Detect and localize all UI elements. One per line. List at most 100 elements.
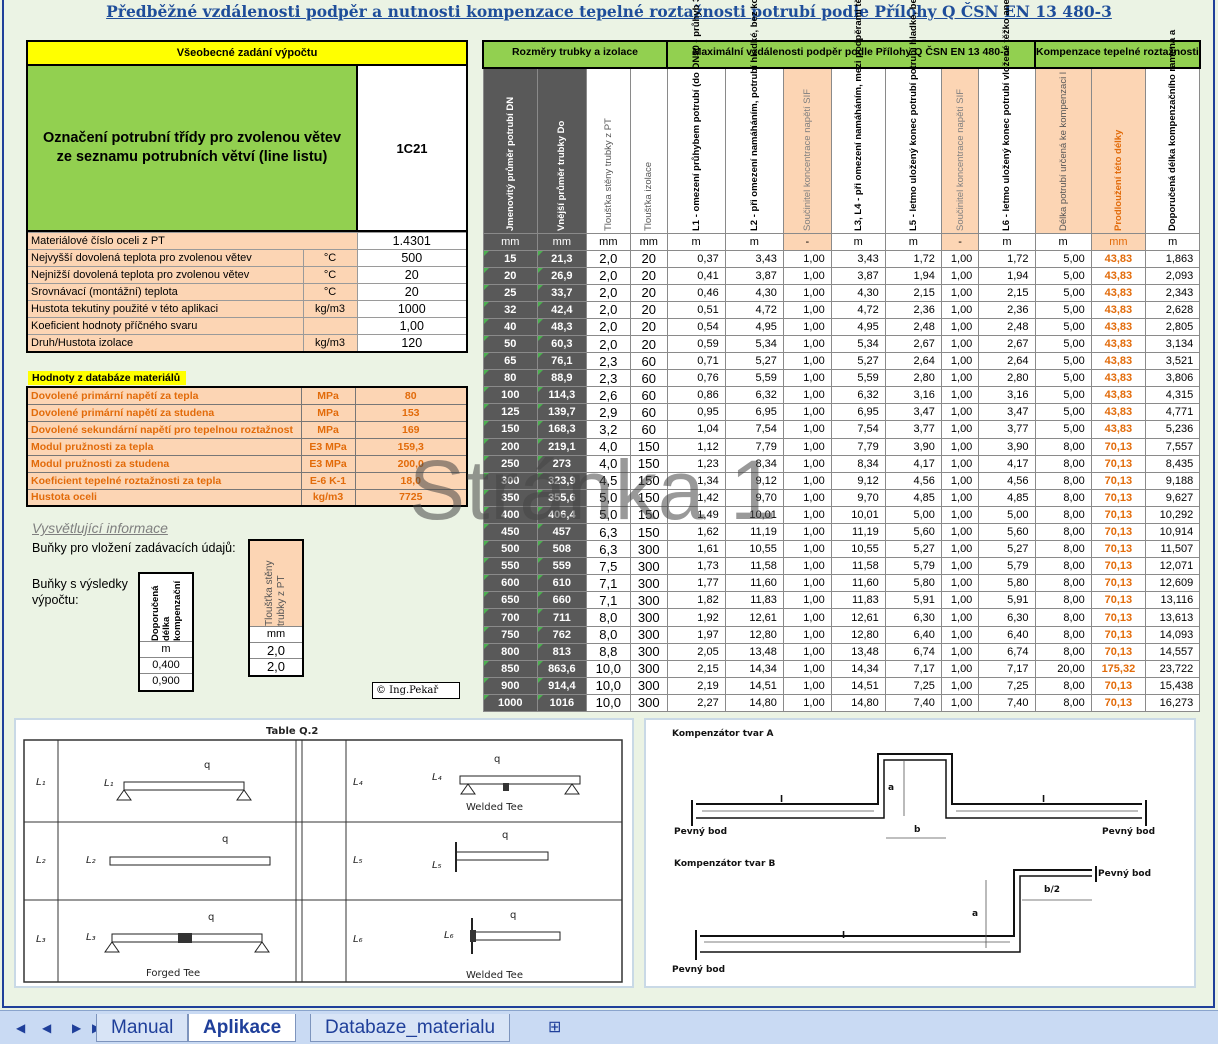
next-sheet-icon[interactable]: ▶ xyxy=(72,1021,81,1035)
figure-table-title: Table Q.2 xyxy=(266,726,318,737)
table-cell: 1,00 xyxy=(940,505,980,525)
column-header-label: Součinitel koncentrace napětí SIF xyxy=(954,88,966,231)
param-value-input[interactable]: 20 xyxy=(356,266,468,284)
param-value-input[interactable]: 120 xyxy=(356,334,468,352)
database-value: 169 xyxy=(354,420,468,439)
tab-manual[interactable]: Manual xyxy=(96,1014,189,1042)
table-cell: 43,83 xyxy=(1090,317,1147,336)
prev-sheet-icon[interactable]: ◀ xyxy=(42,1021,51,1035)
case-2-label: L₂ xyxy=(86,855,96,866)
table-cell: 1,00 xyxy=(782,454,832,473)
table-cell: 800 xyxy=(482,642,539,661)
param-value-input[interactable]: 500 xyxy=(356,249,468,267)
table-cell: 1,00 xyxy=(782,488,832,507)
table-cell: 2,0 xyxy=(585,283,632,302)
case-6-load: q xyxy=(510,910,516,921)
param-value-input[interactable]: 1000 xyxy=(356,300,468,318)
table-cell: 15,438 xyxy=(1145,676,1201,695)
forged-tee-caption: Forged Tee xyxy=(146,968,200,979)
insert-sheet-icon[interactable]: ⊞ xyxy=(548,1017,561,1037)
line-class-input[interactable]: 1C21 xyxy=(358,66,466,230)
tab-aplikace[interactable]: Aplikace xyxy=(188,1014,297,1042)
table-cell: 76,1 xyxy=(537,352,587,371)
table-cell: 25 xyxy=(482,283,539,302)
param-value-input[interactable]: 1.4301 xyxy=(356,232,468,250)
table-cell: 2,9 xyxy=(585,403,632,422)
table-cell: 1,00 xyxy=(940,352,980,371)
explain-input-cells: Buňky pro vložení zadávacích údajů: xyxy=(32,541,236,555)
table-cell: 5,59 xyxy=(724,369,784,388)
line-class-label: Označení potrubní třídy pro zvolenou vět… xyxy=(28,66,358,230)
column-header-label: Tloušťka izolace xyxy=(643,161,655,231)
copyright-note: © Ing.Pekař xyxy=(372,682,460,699)
param-value-input[interactable]: 1,00 xyxy=(356,317,468,335)
table-cell: 1,00 xyxy=(940,522,980,542)
table-cell: 8,00 xyxy=(1034,437,1092,456)
table-cell: 1,00 xyxy=(940,471,980,490)
input-sample-value-2[interactable]: 2,0 xyxy=(250,659,302,675)
table-cell: 550 xyxy=(482,557,539,576)
table-cell: 8,00 xyxy=(1034,522,1092,542)
column-unit: mm xyxy=(482,232,539,251)
explain-result-cells: Buňky s výsledky výpočtu: xyxy=(32,576,128,608)
table-row: 550 559 7,5 300 1,73 11,58 1,00 11,58 5,79 1,00 5,… xyxy=(482,557,1201,576)
table-cell: 700 xyxy=(482,608,539,627)
table-cell: 60 xyxy=(630,352,668,371)
table-cell: 7,1 xyxy=(585,591,632,610)
general-input-table: Všeobecné zadání výpočtu Označení potrub… xyxy=(26,40,468,353)
table-cell: 10,292 xyxy=(1145,505,1201,525)
tab-databaze-materialu[interactable]: Databaze_materialu xyxy=(310,1014,511,1042)
param-unit: °C xyxy=(302,283,358,301)
table-cell: 8,00 xyxy=(1034,693,1092,713)
table-cell: 300 xyxy=(630,693,668,713)
table-cell: 88,9 xyxy=(537,369,587,388)
table-cell: 70,13 xyxy=(1090,557,1147,576)
table-cell: 5,79 xyxy=(884,557,942,576)
table-cell: 1,00 xyxy=(782,693,832,713)
table-cell: 12,071 xyxy=(1145,557,1201,576)
database-row: Modul pružnosti za tepla E3 MPa 159,3 xyxy=(26,437,468,456)
input-sample-value-1[interactable]: 2,0 xyxy=(250,643,302,659)
fixed-point-a-right: Pevný bod xyxy=(1102,827,1155,837)
table-row: 650 660 7,1 300 1,82 11,83 1,00 11,83 5,91 1,00 5,… xyxy=(482,591,1201,610)
table-cell: 1,77 xyxy=(666,574,726,593)
table-cell: 750 xyxy=(482,625,539,644)
column-unit: m xyxy=(1145,232,1201,251)
table-cell: 300 xyxy=(630,540,668,559)
welded-tee-caption-1: Welded Tee xyxy=(466,802,523,813)
table-cell: 3,521 xyxy=(1145,352,1201,371)
table-cell: 0,95 xyxy=(666,403,726,422)
table-cell: 150 xyxy=(482,420,539,439)
table-cell: 3,87 xyxy=(724,266,784,285)
table-row: 25 33,7 2,0 20 0,46 4,30 1,00 4,30 2,15 1,00 2,15 5… xyxy=(482,283,1201,302)
table-cell: 65 xyxy=(482,352,539,371)
explain-title: Vysvětlující informace xyxy=(32,520,168,536)
column-unit: m xyxy=(1034,232,1092,251)
table-cell: 1,94 xyxy=(884,266,942,285)
table-cell: 5,00 xyxy=(1034,352,1092,371)
column-unit: m xyxy=(830,232,886,251)
column-header-label: L5 - letmo uložený konec potrubí potrubí… xyxy=(908,0,919,233)
table-cell: 1,00 xyxy=(782,522,832,542)
table-cell: 914,4 xyxy=(537,676,587,695)
table-cell: 1,00 xyxy=(940,386,980,405)
table-cell: 2,0 xyxy=(585,300,632,319)
table-cell: 1,94 xyxy=(978,266,1036,285)
table-cell: 2,15 xyxy=(884,283,942,302)
table-cell: 10,01 xyxy=(830,505,886,525)
table-cell: 4,30 xyxy=(830,283,886,302)
table-cell: 11,60 xyxy=(724,574,784,593)
table-cell: 60 xyxy=(630,386,668,405)
case-label-2: L₂ xyxy=(36,855,46,866)
table-cell: 2,343 xyxy=(1145,283,1201,302)
table-cell: 2,3 xyxy=(585,369,632,388)
table-cell: 9,627 xyxy=(1145,488,1201,507)
table-cell: 14,34 xyxy=(724,659,784,678)
first-sheet-icon[interactable]: ◀ xyxy=(16,1021,25,1035)
param-value-input[interactable]: 20 xyxy=(356,283,468,301)
param-row: Druh/Hustota izolace kg/m3 120 xyxy=(26,334,468,352)
column-header: Vnější průměr trubky Do xyxy=(537,67,587,234)
case-1-label: L₁ xyxy=(104,778,114,789)
table-cell: 1,00 xyxy=(940,659,980,678)
param-row: Koeficient hodnoty příčného svaru 1,00 xyxy=(26,317,468,335)
